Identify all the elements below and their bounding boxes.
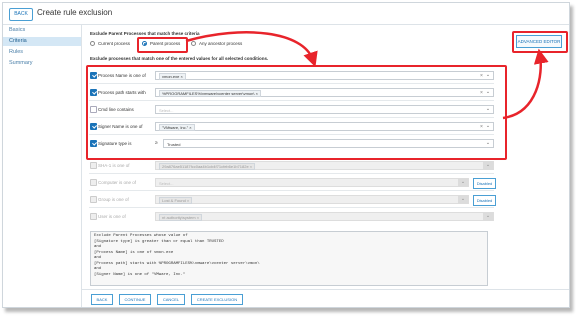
group-disabled-button[interactable]: Disabled	[473, 195, 496, 206]
divider	[89, 173, 494, 174]
group-value: Lost & Found	[162, 198, 186, 203]
group-label: Group is one of	[98, 197, 129, 202]
radio-label-parent-process: Parent process	[150, 41, 181, 46]
group-field[interactable]: Lost & Found × ⌄	[155, 195, 469, 204]
divider	[89, 117, 494, 118]
process-path-value: %PROGRAMFILES%\vmware\vcenter server\vmo…	[162, 91, 255, 96]
computer-checkbox[interactable]	[90, 179, 97, 186]
sidebar: Basics Criteria Rules Summary	[3, 25, 82, 307]
computer-placeholder: Select...	[159, 180, 174, 186]
cmd-line-placeholder: Select...	[159, 107, 174, 113]
user-value: nt authority\system	[162, 215, 196, 220]
divider	[89, 134, 494, 135]
window-frame: BACK Create rule exclusion Basics Criter…	[2, 2, 570, 308]
signer-name-label: Signer Name is one of	[98, 124, 143, 129]
radio-label-current-process: Current process	[98, 41, 131, 46]
chevron-down-icon[interactable]: ⌄	[458, 178, 468, 187]
cmd-line-checkbox[interactable]	[90, 106, 97, 113]
page-title: Create rule exclusion	[37, 8, 113, 17]
process-name-label: Process Name is one of	[98, 73, 146, 78]
process-name-checkbox[interactable]	[90, 72, 97, 79]
signature-type-label: Signature type is	[98, 141, 132, 146]
continue-button[interactable]: CONTINUE	[119, 294, 151, 305]
chevron-down-icon[interactable]: ⌄	[483, 88, 493, 97]
sha1-checkbox[interactable]	[90, 162, 97, 169]
process-path-checkbox[interactable]	[90, 89, 97, 96]
chevron-down-icon[interactable]: ⌄	[458, 195, 468, 204]
criteria-panel: Exclude Parent Processes that match thes…	[81, 25, 569, 307]
footer-bar: BACK CONTINUE CANCEL CREATE EXCLUSION	[81, 289, 569, 308]
signer-name-value: "VMware, Inc."	[162, 125, 189, 130]
footer-back-button[interactable]: BACK	[91, 294, 113, 305]
process-path-label: Process path starts with	[98, 90, 146, 95]
sidebar-item-basics[interactable]: Basics	[3, 26, 81, 35]
divider	[89, 190, 494, 191]
chevron-down-icon[interactable]: ⌄	[483, 105, 493, 114]
radio-label-any-ancestor: Any ancestor process	[199, 41, 243, 46]
computer-disabled-button[interactable]: Disabled	[473, 178, 496, 189]
group-checkbox[interactable]	[90, 196, 97, 203]
user-field[interactable]: nt authority\system × ⌄	[155, 212, 494, 221]
user-label: User is one of	[98, 214, 126, 219]
sha1-field[interactable]: 29a876ae51187fcc0aa4b1cb4f71cfeb6e1b7182…	[155, 161, 494, 170]
operator-gte: ≥	[155, 140, 158, 146]
chevron-down-icon[interactable]: ⌄	[483, 71, 493, 80]
criteria-heading: Exclude Parent Processes that match thes…	[90, 31, 200, 36]
signer-name-field[interactable]: "VMware, Inc." × × ⌄	[155, 122, 494, 131]
group-chip: Lost & Found ×	[159, 197, 193, 204]
radio-parent-process[interactable]	[142, 41, 147, 46]
user-checkbox[interactable]	[90, 213, 97, 220]
chevron-down-icon[interactable]: ⌄	[483, 139, 493, 148]
chevron-down-icon[interactable]: ⌄	[483, 212, 493, 221]
divider	[89, 207, 494, 208]
user-chip: nt authority\system ×	[159, 214, 203, 221]
divider	[89, 100, 494, 101]
process-name-chip[interactable]: vmon.exe ×	[159, 73, 186, 80]
sidebar-item-criteria[interactable]: Criteria	[3, 37, 81, 46]
signature-type-checkbox[interactable]	[90, 140, 97, 147]
sha1-value: 29a876ae51187fcc0aa4b1cb4f71cfeb6e1b7182…	[162, 164, 249, 169]
sha1-label: SHA-1 is one of	[98, 163, 130, 168]
cancel-button[interactable]: CANCEL	[157, 294, 185, 305]
signer-name-chip[interactable]: "VMware, Inc." ×	[159, 124, 195, 131]
signer-name-checkbox[interactable]	[90, 123, 97, 130]
chevron-down-icon[interactable]: ⌄	[483, 122, 493, 131]
query-preview: Exclude Parent Processes whose value of …	[90, 231, 488, 286]
divider	[89, 83, 494, 84]
back-button[interactable]: BACK	[9, 8, 33, 21]
sidebar-item-rules[interactable]: Rules	[3, 48, 81, 57]
cmd-line-field[interactable]: Select... ⌄	[155, 105, 494, 114]
process-name-value: vmon.exe	[162, 74, 180, 79]
computer-label: Computer is one of	[98, 180, 137, 185]
process-name-field[interactable]: vmon.exe × × ⌄	[155, 71, 494, 80]
query-line: [Signer Name] is one of "VMware, Inc."	[94, 272, 186, 277]
criteria-subheading: Exclude processes that match one of the …	[90, 56, 269, 61]
advanced-editor-button[interactable]: ADVANCED EDITOR	[516, 35, 562, 48]
radio-any-ancestor[interactable]	[191, 41, 196, 46]
header-bar: BACK Create rule exclusion	[3, 3, 569, 25]
computer-field[interactable]: Select... ⌄	[155, 178, 469, 187]
sidebar-item-summary[interactable]: Summary	[3, 59, 81, 68]
create-exclusion-button[interactable]: CREATE EXCLUSION	[191, 294, 243, 305]
chevron-down-icon[interactable]: ⌄	[483, 161, 493, 170]
radio-current-process[interactable]	[90, 41, 95, 46]
signature-type-select[interactable]: Trusted ⌄	[163, 139, 494, 148]
signature-type-value: Trusted	[167, 141, 181, 147]
sha1-chip: 29a876ae51187fcc0aa4b1cb4f71cfeb6e1b7182…	[159, 163, 256, 170]
process-path-field[interactable]: %PROGRAMFILES%\vmware\vcenter server\vmo…	[155, 88, 494, 97]
cmd-line-label: Cmd line contains	[98, 107, 134, 112]
process-path-chip[interactable]: %PROGRAMFILES%\vmware\vcenter server\vmo…	[159, 90, 261, 97]
